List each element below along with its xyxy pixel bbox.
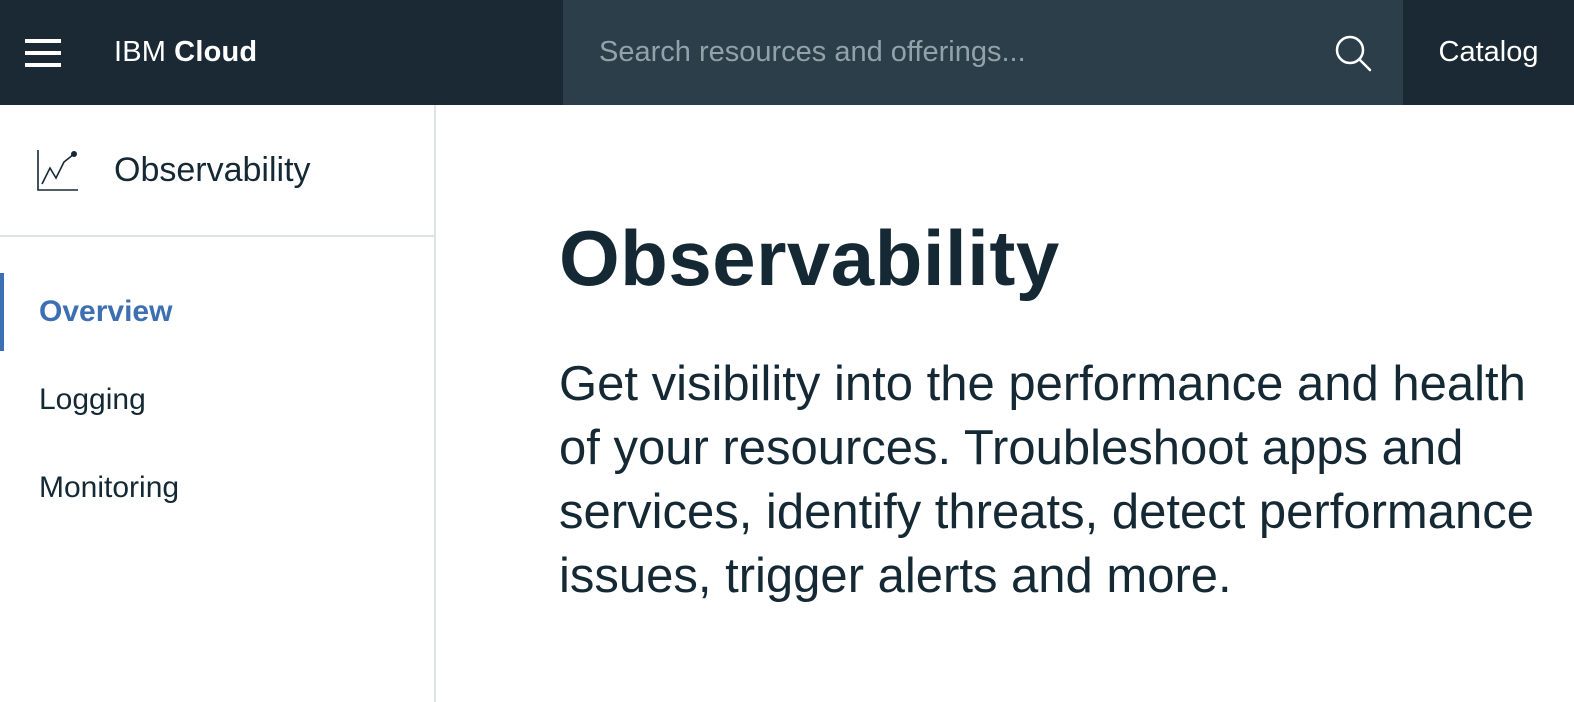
brand-name: Cloud xyxy=(174,36,258,68)
sidebar: Observability Overview Logging Monitorin… xyxy=(0,105,436,702)
hamburger-icon xyxy=(25,38,61,67)
brand-prefix: IBM xyxy=(114,36,167,68)
search-bar xyxy=(563,0,1403,105)
page-description: Get visibility into the performance and … xyxy=(559,357,1534,603)
sidebar-title: Observability xyxy=(114,150,311,189)
page-title: Observability xyxy=(559,214,1060,302)
sidebar-nav: Overview Logging Monitoring xyxy=(0,273,434,527)
catalog-link[interactable]: Catalog xyxy=(1403,0,1574,105)
brand-logo[interactable]: IBM Cloud xyxy=(86,0,563,105)
menu-button[interactable] xyxy=(0,0,86,105)
main-content: Observability Get visibility into the pe… xyxy=(438,105,1574,702)
sidebar-item-monitoring[interactable]: Monitoring xyxy=(0,449,434,527)
search-input[interactable] xyxy=(597,35,1333,70)
sidebar-header: Observability xyxy=(0,105,434,237)
top-navigation-bar: IBM Cloud Catalog xyxy=(0,0,1574,105)
search-icon[interactable] xyxy=(1333,33,1373,73)
chart-line-icon xyxy=(37,150,78,191)
sidebar-item-overview[interactable]: Overview xyxy=(0,273,434,351)
sidebar-item-logging[interactable]: Logging xyxy=(0,361,434,439)
